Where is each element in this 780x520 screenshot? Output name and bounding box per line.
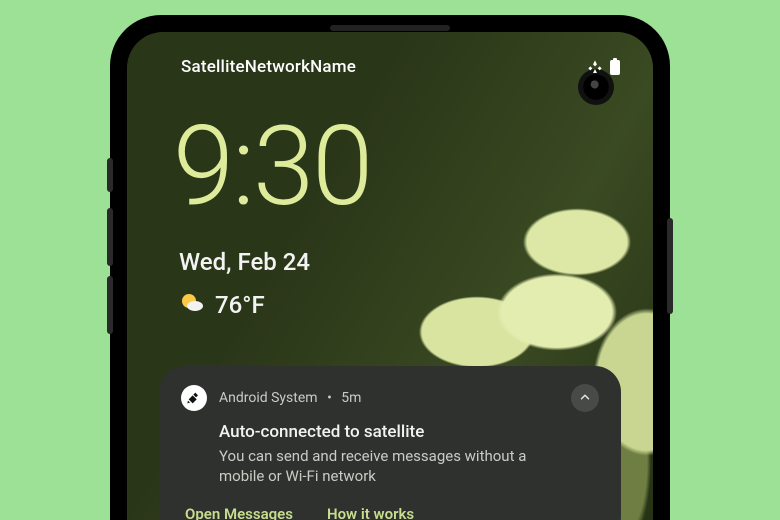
notification-title: Auto-connected to satellite (219, 422, 599, 442)
mute-switch[interactable] (107, 158, 113, 192)
weather-temp: 76°F (215, 291, 265, 319)
status-icons (587, 58, 621, 76)
lock-clock: 9:30 (173, 112, 371, 222)
open-messages-button[interactable]: Open Messages (185, 505, 293, 520)
satellite-icon (587, 59, 603, 75)
notification-app-line: Android System • 5m (219, 390, 559, 406)
speaker-grill (330, 25, 450, 31)
notification-body: You can send and receive messages withou… (219, 446, 549, 487)
volume-up-button[interactable] (107, 208, 113, 266)
notification-app-name: Android System (219, 390, 318, 406)
battery-icon (609, 58, 621, 76)
partly-cloudy-icon (179, 290, 205, 320)
notification-actions: Open Messages How it works (185, 505, 599, 520)
screen: SatelliteNetworkName 9:30 Wed, Feb 24 (127, 32, 653, 520)
notification-header: Android System • 5m (181, 384, 599, 412)
lock-date: Wed, Feb 24 (179, 248, 310, 276)
notification-separator: • (327, 390, 332, 406)
power-button[interactable] (667, 218, 673, 314)
status-bar: SatelliteNetworkName (127, 54, 653, 80)
notification-card[interactable]: Android System • 5m Auto-connected to sa… (159, 366, 621, 520)
satellite-app-icon (181, 385, 207, 411)
volume-down-button[interactable] (107, 276, 113, 334)
weather-row[interactable]: 76°F (179, 290, 265, 320)
how-it-works-button[interactable]: How it works (327, 505, 414, 520)
phone-frame: SatelliteNetworkName 9:30 Wed, Feb 24 (113, 18, 667, 520)
notification-time: 5m (341, 390, 361, 406)
chevron-up-icon (578, 389, 592, 408)
stage: SatelliteNetworkName 9:30 Wed, Feb 24 (0, 0, 780, 520)
network-name: SatelliteNetworkName (181, 57, 356, 77)
collapse-button[interactable] (571, 384, 599, 412)
